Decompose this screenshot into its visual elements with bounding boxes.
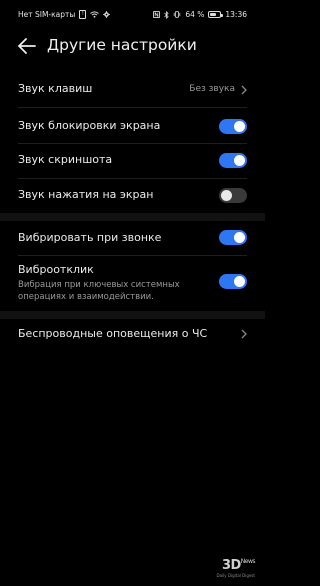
setting-touch-sound: Звук нажатия на экран: [0, 180, 265, 212]
sim-icon: !: [79, 10, 87, 19]
toggle-knob: [234, 121, 245, 132]
battery-icon: [208, 11, 224, 18]
toggle-knob: [234, 232, 245, 243]
vibrate-icon: [174, 11, 181, 18]
touch-sound-toggle[interactable]: [219, 188, 247, 203]
setting-vibrate-on-call: Вибрировать при звонке: [0, 222, 265, 255]
vibrate-on-call-toggle[interactable]: [219, 230, 247, 245]
watermark-tagline: Daily Digital Digest: [216, 573, 255, 578]
setting-emergency-alerts[interactable]: Беспроводные оповещения о ЧС: [0, 319, 265, 351]
setting-label: Звук клавиш: [18, 82, 93, 95]
gear-icon: [103, 11, 111, 18]
toggle-knob: [234, 155, 245, 166]
status-right: 64 % 13:36: [153, 10, 247, 19]
setting-subtitle: Вибрация при ключевых системных операция…: [18, 280, 180, 302]
setting-haptic-feedback: Виброотклик Вибрация при ключевых систем…: [0, 257, 265, 310]
carrier-text: Нет SIM-карты: [18, 10, 76, 19]
divider: [18, 143, 247, 144]
divider: [18, 178, 247, 179]
wifi-icon: [90, 11, 100, 18]
battery-percent: 64 %: [185, 10, 205, 19]
haptic-feedback-toggle[interactable]: [219, 274, 247, 289]
chevron-right-icon: [241, 85, 247, 95]
section-separator: [0, 311, 265, 319]
bluetooth-icon: [164, 10, 169, 19]
toggle-knob: [221, 190, 232, 201]
setting-label: Виброотклик: [18, 263, 94, 276]
back-arrow-icon[interactable]: [16, 36, 38, 56]
setting-label: Звук блокировки экрана: [18, 119, 161, 132]
title-bar: Другие настройки: [0, 33, 265, 59]
watermark-logo: 3DNews Daily Digital Digest: [216, 558, 256, 578]
setting-key-sound[interactable]: Звук клавиш Без звука: [0, 74, 265, 106]
status-left: Нет SIM-карты !: [18, 10, 111, 19]
divider: [18, 255, 247, 256]
setting-label: Вибрировать при звонке: [18, 231, 162, 244]
lock-sound-toggle[interactable]: [219, 119, 247, 134]
setting-label: Звук скриншота: [18, 153, 113, 166]
screenshot-sound-toggle[interactable]: [219, 153, 247, 168]
status-bar: Нет SIM-карты ! 64 % 13:36: [0, 0, 265, 28]
watermark-text: 3DNews: [221, 558, 256, 573]
chevron-right-icon: [241, 329, 247, 339]
clock: 13:36: [225, 10, 247, 19]
nfc-icon: [153, 11, 161, 18]
page-title: Другие настройки: [47, 36, 197, 54]
setting-value: Без звука: [189, 84, 235, 94]
section-separator: [0, 213, 265, 221]
setting-label: Беспроводные оповещения о ЧС: [18, 327, 208, 340]
setting-lock-sound: Звук блокировки экрана: [0, 110, 265, 143]
setting-label: Звук нажатия на экран: [18, 188, 154, 201]
divider: [18, 107, 247, 108]
toggle-knob: [234, 276, 245, 287]
setting-screenshot-sound: Звук скриншота: [0, 145, 265, 178]
